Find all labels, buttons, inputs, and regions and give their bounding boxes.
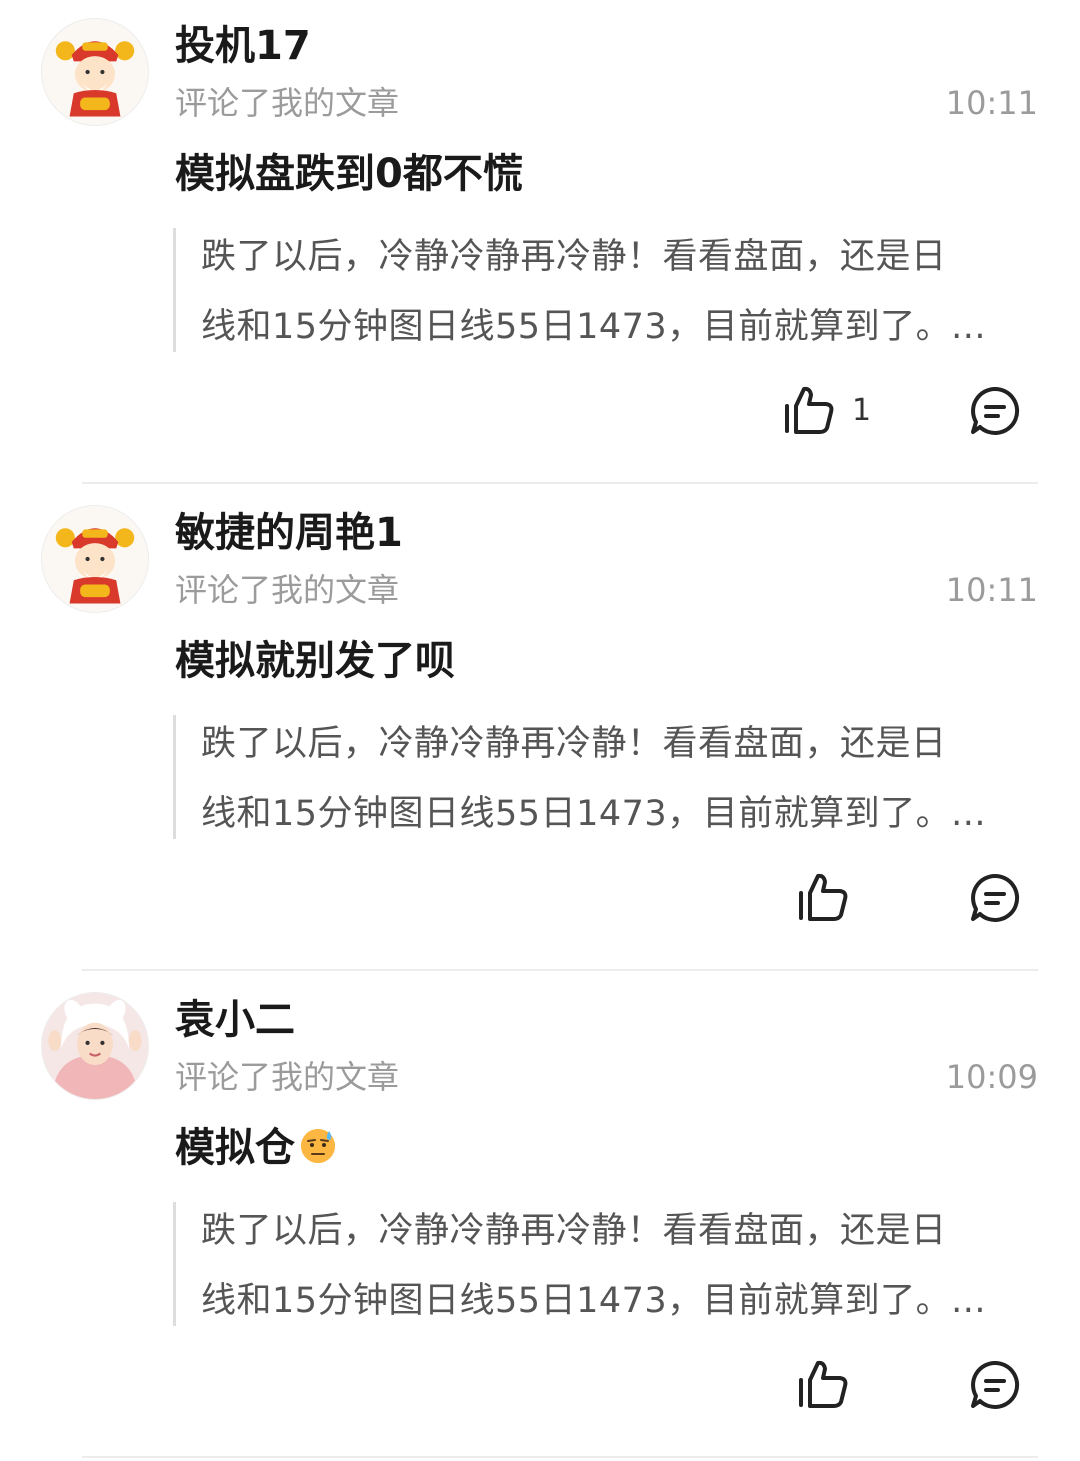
comment-text[interactable]: 模拟仓 [175, 1120, 337, 1176]
quote-line: 跌了以后，冷静冷静再冷静！看看盘面，还是日 [201, 1211, 947, 1251]
comment-body: 模拟就别发了呗 [175, 638, 455, 684]
username[interactable]: 投机17 [175, 20, 311, 72]
sweat-emoji-icon [301, 1129, 335, 1163]
comment-text[interactable]: 模拟就别发了呗 [175, 633, 455, 689]
quote-line: 跌了以后，冷静冷静再冷静！看看盘面，还是日 [201, 724, 947, 764]
divider [82, 1456, 1038, 1458]
divider [82, 482, 1038, 484]
like-count: 1 [852, 393, 872, 428]
reply-bubble-icon[interactable] [968, 1358, 1022, 1412]
quoted-article[interactable]: 跌了以后，冷静冷静再冷静！看看盘面，还是日 线和15分钟图日线55日1473，目… [173, 1202, 1033, 1326]
notification-item[interactable]: 袁小二 评论了我的文章 10:09 模拟仓 跌了以后，冷静冷静再冷静！看看盘面，… [0, 974, 1080, 1461]
quoted-article[interactable]: 跌了以后，冷静冷静再冷静！看看盘面，还是日 线和15分钟图日线55日1473，目… [173, 715, 1033, 839]
thumbs-up-icon[interactable] [796, 1358, 852, 1410]
timestamp: 10:11 [945, 571, 1038, 609]
quote-line: 线和15分钟图日线55日1473，目前就算到了。... [201, 794, 987, 834]
comment-body: 模拟仓 [175, 1125, 295, 1171]
username[interactable]: 袁小二 [175, 994, 295, 1046]
quote-line: 线和15分钟图日线55日1473，目前就算到了。... [201, 1281, 987, 1321]
thumbs-up-icon[interactable] [782, 384, 838, 436]
notification-feed: 投机17 评论了我的文章 10:11 模拟盘跌到0都不慌 跌了以后，冷静冷静再冷… [0, 0, 1080, 1461]
timestamp: 10:09 [945, 1058, 1038, 1096]
action-text: 评论了我的文章 [175, 84, 400, 122]
notification-item[interactable]: 投机17 评论了我的文章 10:11 模拟盘跌到0都不慌 跌了以后，冷静冷静再冷… [0, 0, 1080, 487]
timestamp: 10:11 [945, 84, 1038, 122]
girl-photo-avatar-icon[interactable] [41, 992, 149, 1100]
caishen-avatar-icon[interactable] [41, 505, 149, 613]
action-text: 评论了我的文章 [175, 571, 400, 609]
notification-item[interactable]: 敏捷的周艳1 评论了我的文章 10:11 模拟就别发了呗 跌了以后，冷静冷静再冷… [0, 487, 1080, 974]
quote-line: 跌了以后，冷静冷静再冷静！看看盘面，还是日 [201, 237, 947, 277]
reply-bubble-icon[interactable] [968, 871, 1022, 925]
comment-body: 模拟盘跌到0都不慌 [175, 151, 523, 197]
username[interactable]: 敏捷的周艳1 [175, 507, 403, 559]
action-text: 评论了我的文章 [175, 1058, 400, 1096]
reply-bubble-icon[interactable] [968, 384, 1022, 438]
divider [82, 969, 1038, 971]
quote-line: 线和15分钟图日线55日1473，目前就算到了。... [201, 307, 987, 347]
caishen-avatar-icon[interactable] [41, 18, 149, 126]
comment-text[interactable]: 模拟盘跌到0都不慌 [175, 146, 523, 202]
quoted-article[interactable]: 跌了以后，冷静冷静再冷静！看看盘面，还是日 线和15分钟图日线55日1473，目… [173, 228, 1033, 352]
thumbs-up-icon[interactable] [796, 871, 852, 923]
